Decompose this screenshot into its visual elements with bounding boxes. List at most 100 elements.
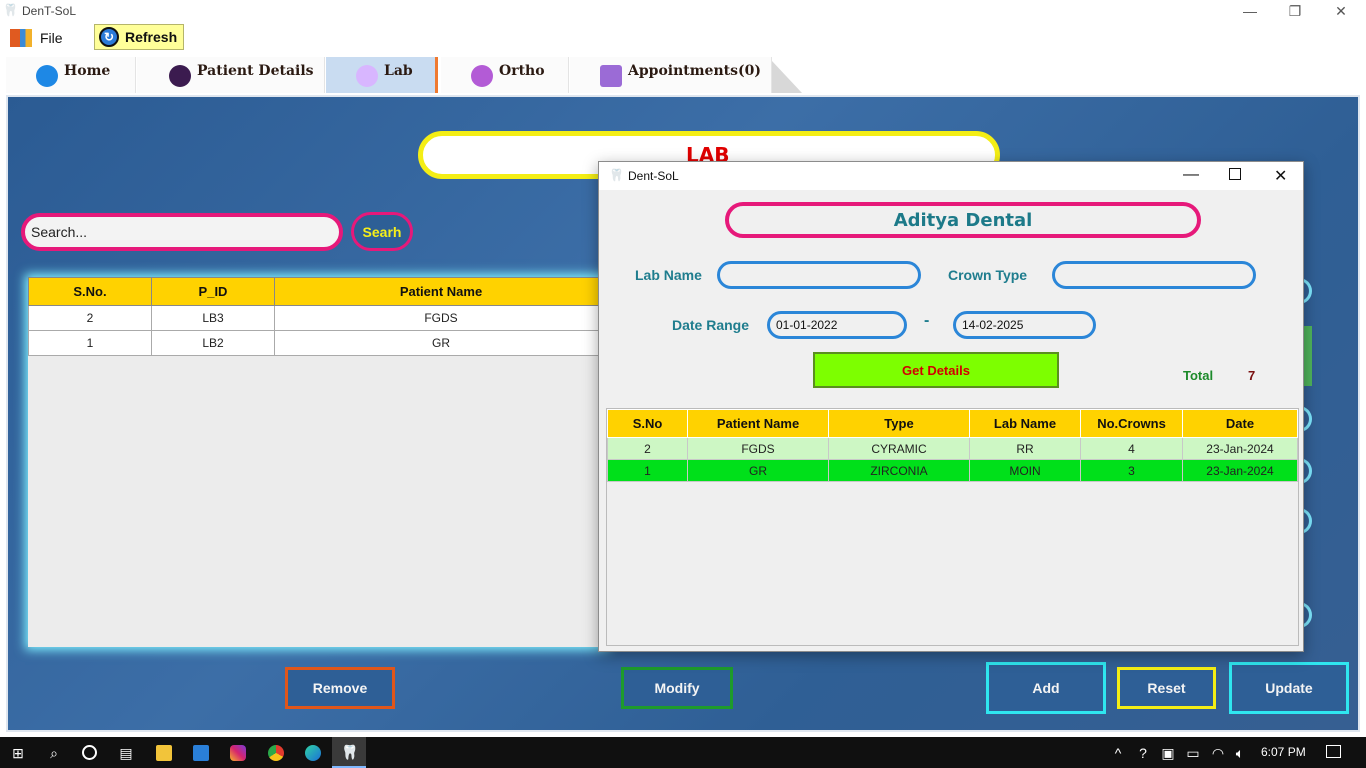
- date-to-field[interactable]: 14-02-2025: [953, 311, 1096, 339]
- clinic-name-banner: Aditya Dental: [725, 202, 1201, 238]
- screen-record-icon[interactable]: ▣: [1160, 745, 1176, 761]
- column-header-sno[interactable]: S.No: [607, 409, 688, 438]
- home-icon: [36, 65, 58, 87]
- tab-ortho-label: Ortho: [499, 63, 545, 79]
- dialog-maximize-button[interactable]: [1229, 168, 1241, 180]
- tab-appointments[interactable]: Appointments(0): [570, 57, 772, 93]
- tab-home-label: Home: [64, 63, 111, 79]
- cell-lab-name: MOIN: [969, 459, 1081, 482]
- cell-type: ZIRCONIA: [828, 459, 970, 482]
- add-button[interactable]: Add: [986, 662, 1106, 714]
- cortana-icon[interactable]: [82, 745, 97, 760]
- mail-icon[interactable]: [193, 745, 209, 761]
- windows-start-icon[interactable]: ⊞: [10, 745, 26, 761]
- column-header-patient-name[interactable]: Patient Name: [687, 409, 829, 438]
- edge-icon[interactable]: [305, 745, 321, 761]
- get-details-button[interactable]: Get Details: [813, 352, 1059, 388]
- cell-patient-name: GR: [687, 459, 829, 482]
- notifications-icon[interactable]: [1326, 745, 1341, 758]
- tab-bar-corner: [772, 61, 802, 93]
- minimize-button[interactable]: —: [1235, 2, 1265, 20]
- table-row[interactable]: 2 FGDS CYRAMIC RR 4 23-Jan-2024: [607, 437, 1298, 460]
- restore-button[interactable]: ❐: [1280, 2, 1310, 20]
- column-header-lab-name[interactable]: Lab Name: [969, 409, 1081, 438]
- refresh-icon: ↻: [99, 27, 119, 47]
- tooth-braces-icon: [471, 65, 493, 87]
- reset-button[interactable]: Reset: [1117, 667, 1216, 709]
- tab-lab-label: Lab: [384, 63, 413, 79]
- column-header-patient-name[interactable]: Patient Name: [274, 277, 608, 306]
- table-row-selected[interactable]: 1 GR ZIRCONIA MOIN 3 23-Jan-2024: [607, 459, 1298, 482]
- crown-type-label: Crown Type: [948, 267, 1028, 283]
- lab-name-field[interactable]: [717, 261, 921, 289]
- help-icon[interactable]: ?: [1135, 745, 1151, 761]
- column-header-type[interactable]: Type: [828, 409, 970, 438]
- cell-patient-name: FGDS: [274, 305, 608, 331]
- table-row[interactable]: 2 LB3 FGDS: [28, 305, 608, 331]
- flask-icon: [356, 65, 378, 87]
- cell-no-crowns: 3: [1080, 459, 1183, 482]
- wifi-icon[interactable]: ◠: [1210, 745, 1226, 761]
- chrome-icon[interactable]: [268, 745, 284, 761]
- dialog-minimize-button[interactable]: —: [1183, 166, 1199, 184]
- cell-sno: 2: [607, 437, 688, 460]
- tooth-icon: 🦷: [341, 744, 359, 760]
- search-input[interactable]: Search...: [21, 213, 343, 251]
- cell-date: 23-Jan-2024: [1182, 459, 1298, 482]
- battery-icon[interactable]: ▭: [1185, 745, 1201, 761]
- tab-patient-details[interactable]: Patient Details: [137, 57, 325, 93]
- app-logo-icon: 🦷: [609, 168, 624, 182]
- lab-records-table: S.No. P_ID Patient Name 2 LB3 FGDS 1 LB2…: [28, 277, 608, 647]
- window-title: DenT-SoL: [22, 4, 77, 18]
- cell-lab-name: RR: [969, 437, 1081, 460]
- clock-time[interactable]: 6:07 PM: [1261, 745, 1306, 759]
- dentsol-taskbar-button[interactable]: 🦷: [332, 737, 366, 768]
- instagram-icon[interactable]: [230, 745, 246, 761]
- column-header-sno[interactable]: S.No.: [28, 277, 152, 306]
- calendar-icon: [600, 65, 622, 87]
- tab-home[interactable]: Home: [6, 57, 136, 93]
- remove-button[interactable]: Remove: [285, 667, 395, 709]
- cell-pid: LB3: [151, 305, 275, 331]
- total-label: Total: [1183, 368, 1214, 383]
- tab-lab[interactable]: Lab: [326, 57, 438, 93]
- dialog-title-bar: 🦷 Dent-SoL — ✕: [599, 162, 1303, 190]
- cell-patient-name: GR: [274, 330, 608, 356]
- column-header-no-crowns[interactable]: No.Crowns: [1080, 409, 1183, 438]
- dialog-close-button[interactable]: ✕: [1274, 166, 1287, 186]
- column-header-date[interactable]: Date: [1182, 409, 1298, 438]
- cell-sno: 2: [28, 305, 152, 331]
- window-title-bar: 🦷 DenT-SoL — ❐ ✕: [0, 0, 1366, 22]
- task-view-icon[interactable]: ▤: [118, 745, 134, 761]
- file-menu-icon: [10, 29, 32, 47]
- search-button[interactable]: Searh: [351, 212, 413, 251]
- cell-pid: LB2: [151, 330, 275, 356]
- cell-sno: 1: [607, 459, 688, 482]
- cell-no-crowns: 4: [1080, 437, 1183, 460]
- table-row[interactable]: 1 LB2 GR: [28, 330, 608, 356]
- taskbar: ⊞ ⌕ ▤ 🦷 ^ ? ▣ ▭ ◠ 🔈︎ 6:07 PM: [0, 737, 1366, 768]
- cell-date: 23-Jan-2024: [1182, 437, 1298, 460]
- lab-name-label: Lab Name: [635, 267, 702, 283]
- show-hidden-icons-icon[interactable]: ^: [1110, 745, 1126, 761]
- file-menu[interactable]: File: [10, 26, 63, 50]
- modify-button[interactable]: Modify: [621, 667, 733, 709]
- app-logo-icon: 🦷: [3, 3, 18, 17]
- search-icon[interactable]: ⌕: [46, 745, 62, 761]
- volume-icon[interactable]: 🔈︎: [1232, 745, 1248, 761]
- close-button[interactable]: ✕: [1326, 2, 1356, 20]
- file-explorer-icon[interactable]: [156, 745, 172, 761]
- crown-details-table: S.No Patient Name Type Lab Name No.Crown…: [606, 408, 1299, 646]
- crown-type-field[interactable]: [1052, 261, 1256, 289]
- refresh-button[interactable]: ↻ Refresh: [94, 24, 184, 50]
- update-button[interactable]: Update: [1229, 662, 1349, 714]
- tab-patient-details-label: Patient Details: [197, 63, 314, 79]
- cell-type: CYRAMIC: [828, 437, 970, 460]
- column-header-pid[interactable]: P_ID: [151, 277, 275, 306]
- cell-sno: 1: [28, 330, 152, 356]
- user-icon: [169, 65, 191, 87]
- date-from-field[interactable]: 01-01-2022: [767, 311, 907, 339]
- date-range-label: Date Range: [672, 317, 750, 333]
- tab-ortho[interactable]: Ortho: [441, 57, 569, 93]
- cell-patient-name: FGDS: [687, 437, 829, 460]
